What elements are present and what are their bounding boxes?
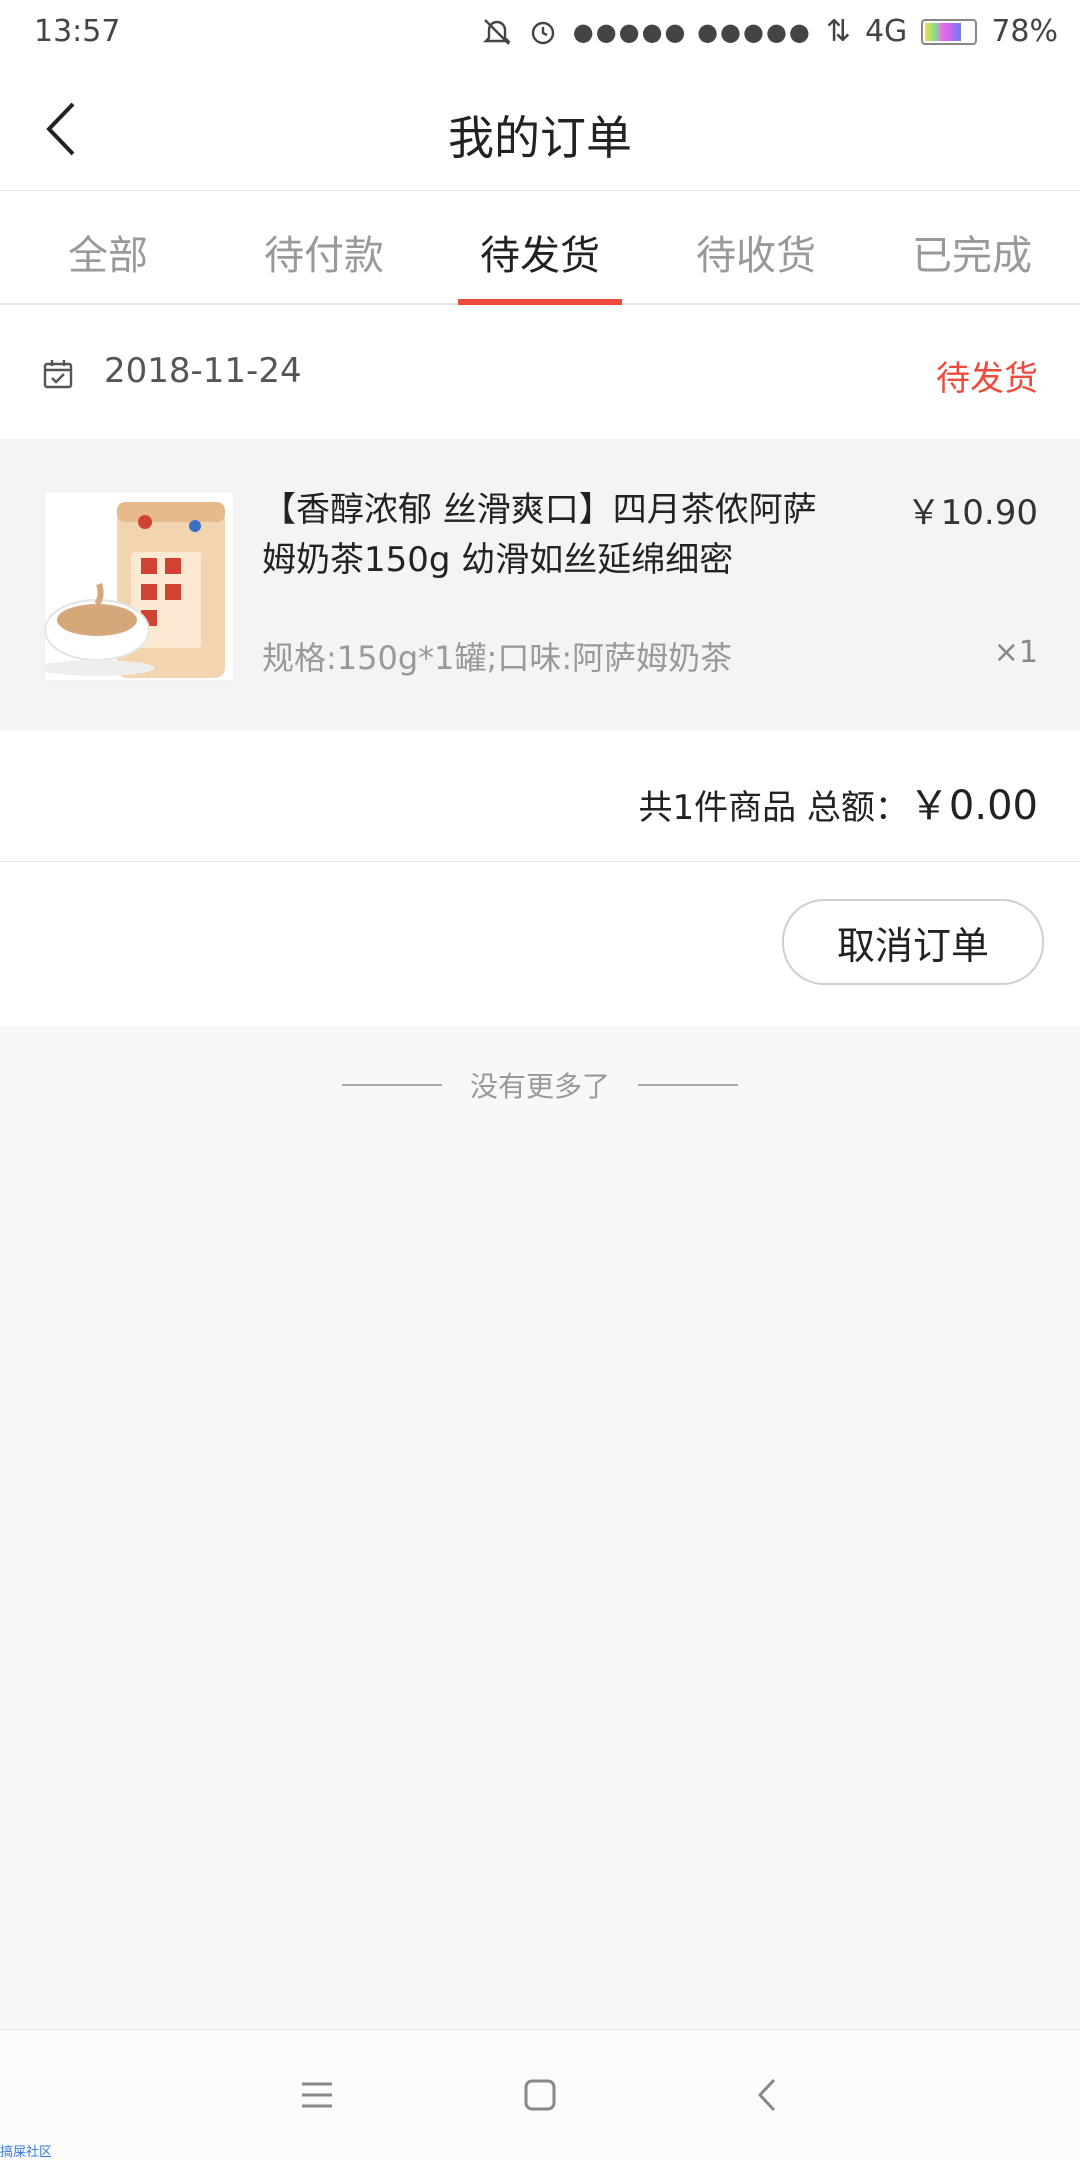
back-arrow-icon: [757, 2078, 776, 2112]
order-date: 2018-11-24: [104, 351, 302, 391]
order-tabs: 全部 待付款 待发货 待收货 已完成: [0, 191, 1080, 305]
system-nav-bar: [0, 2029, 1080, 2160]
no-more-text: 没有更多了: [469, 1070, 610, 1103]
tab-completed[interactable]: 已完成: [864, 191, 1080, 303]
product-image: [44, 491, 234, 681]
order-header: 2018-11-24 待发货: [0, 305, 1080, 439]
summary-count-label: 共1件商品 总额：: [638, 788, 909, 828]
mute-bell-icon: [482, 18, 511, 45]
battery-percent: 78%: [991, 14, 1058, 49]
menu-button[interactable]: [292, 2070, 342, 2120]
status-bar: 13:57 ●●●●● ●●●●● ⇅ 4G 78%: [0, 0, 1080, 66]
calendar-icon: [43, 360, 73, 389]
signal-dots: ●●●●● ●●●●●: [572, 17, 812, 46]
status-icons: ●●●●● ●●●●● ⇅ 4G 78%: [481, 14, 1058, 49]
product-price: ￥10.90: [906, 493, 1038, 533]
nav-bar: 我的订单: [0, 66, 1080, 191]
product-spec: 规格:150g*1罐;口味:阿萨姆奶茶: [262, 639, 733, 677]
tab-all[interactable]: 全部: [0, 191, 216, 303]
product-quantity: ×1: [993, 635, 1038, 670]
divider-right: [638, 1084, 738, 1086]
tab-pending-payment[interactable]: 待付款: [216, 191, 432, 303]
system-back-button[interactable]: [742, 2070, 792, 2120]
menu-icon: [302, 2082, 332, 2108]
tab-pending-receipt[interactable]: 待收货: [648, 191, 864, 303]
alarm-icon: [531, 21, 554, 44]
order-total: 共1件商品 总额：￥0.00: [638, 773, 1038, 831]
order-product-item[interactable]: 【香醇浓郁 丝滑爽口】四月茶侬阿萨姆奶茶150g 幼滑如丝延绵细密 ￥10.90…: [0, 439, 1080, 731]
status-time: 13:57: [34, 14, 121, 49]
page-title: 我的订单: [448, 111, 632, 165]
data-arrows-icon: ⇅: [825, 14, 851, 49]
product-title: 【香醇浓郁 丝滑爽口】四月茶侬阿萨姆奶茶150g 幼滑如丝延绵细密: [262, 490, 817, 580]
battery-icon: [921, 18, 978, 45]
order-summary: 共1件商品 总额：￥0.00: [0, 731, 1080, 862]
cancel-order-button[interactable]: 取消订单: [782, 899, 1044, 985]
divider-left: [341, 1084, 442, 1086]
list-end-indicator: 没有更多了: [0, 1060, 1080, 1110]
tab-pending-shipment[interactable]: 待发货: [432, 191, 648, 305]
order-actions: 取消订单: [0, 862, 1080, 1026]
total-amount: ￥0.00: [908, 783, 1038, 829]
watermark-text: 搞屎社区: [0, 2145, 53, 2160]
home-button[interactable]: [515, 2070, 565, 2120]
network-type: 4G: [864, 14, 908, 49]
home-square-icon: [524, 2079, 556, 2111]
order-status: 待发货: [936, 359, 1038, 399]
